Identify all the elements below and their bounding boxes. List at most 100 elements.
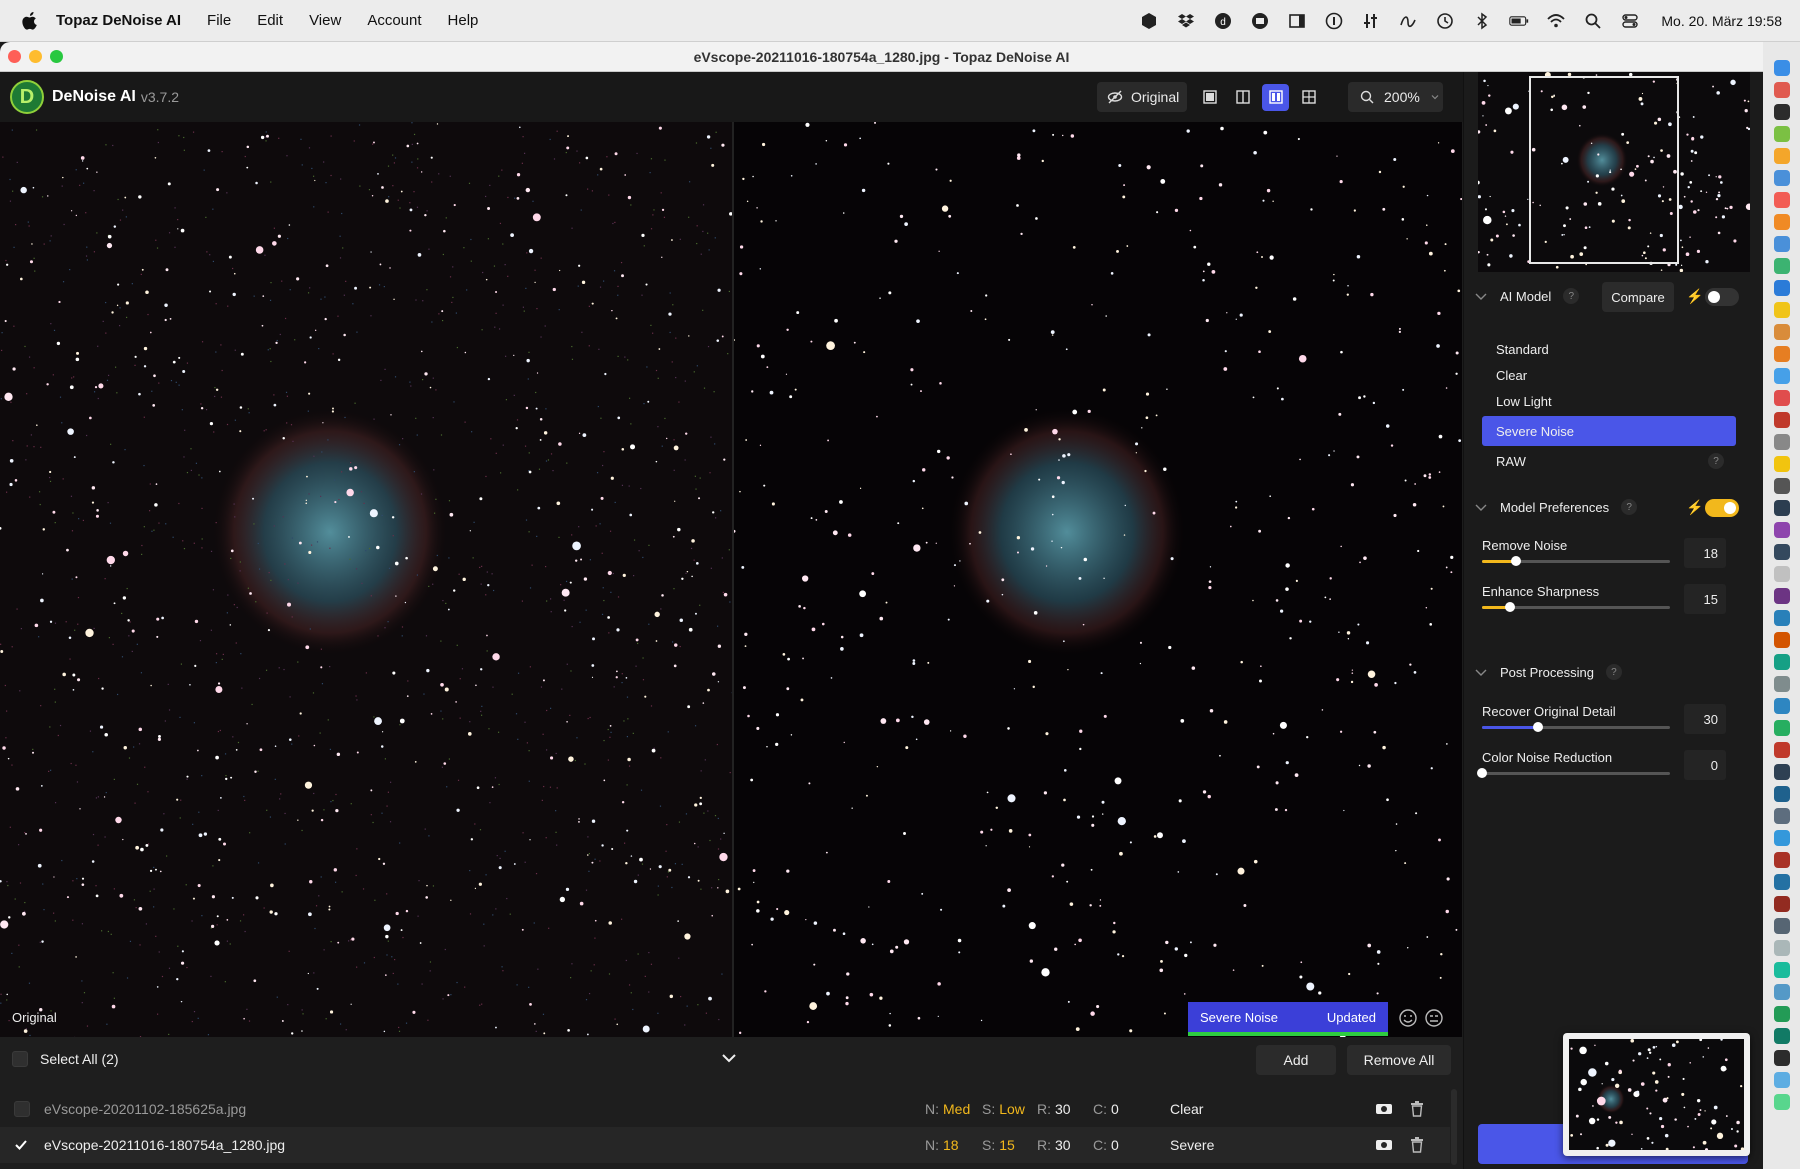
select-all-row[interactable]: Select All (2) <box>12 1051 119 1067</box>
select-all-checkbox[interactable] <box>12 1051 28 1067</box>
processed-image-panel[interactable] <box>734 122 1462 1037</box>
apple-logo-icon[interactable] <box>22 11 38 30</box>
shield-status-icon[interactable] <box>1139 12 1159 30</box>
password-manager-icon[interactable] <box>1324 12 1344 30</box>
help-icon[interactable]: ? <box>1708 453 1724 469</box>
dock-app-icon[interactable] <box>1773 698 1790 714</box>
spotlight-search-icon[interactable] <box>1583 12 1603 30</box>
help-icon[interactable]: ? <box>1605 664 1622 680</box>
zoom-dropdown[interactable]: 200% <box>1348 82 1443 112</box>
dock-app-icon[interactable] <box>1773 764 1790 780</box>
dock-app-icon[interactable] <box>1773 654 1790 670</box>
dock-app-icon[interactable] <box>1773 258 1790 274</box>
dock-app-icon[interactable] <box>1773 940 1790 956</box>
robot-icon[interactable] <box>1250 12 1270 30</box>
model-option-raw[interactable]: RAW ? <box>1482 446 1736 476</box>
model-option-severe-noise[interactable]: Severe Noise <box>1482 416 1736 446</box>
signature-icon[interactable] <box>1398 12 1418 30</box>
file-list-scrollbar[interactable] <box>1451 1089 1457 1165</box>
minimize-window-button[interactable] <box>29 50 42 63</box>
dock-app-icon[interactable] <box>1773 786 1790 802</box>
letter-d-icon[interactable]: d <box>1213 12 1233 30</box>
preview-eye-icon[interactable] <box>1375 1102 1393 1116</box>
dock-app-icon[interactable] <box>1773 676 1790 692</box>
navigator-viewport-box[interactable] <box>1529 76 1679 264</box>
neutral-face-icon[interactable] <box>1424 1008 1444 1028</box>
dock-app-icon[interactable] <box>1773 896 1790 912</box>
side-by-side-view-button[interactable] <box>1262 83 1289 111</box>
menubar-clock[interactable]: Mo. 20. März 19:58 <box>1661 13 1782 29</box>
dock-app-icon[interactable] <box>1773 544 1790 560</box>
dock-app-icon[interactable] <box>1773 192 1790 208</box>
single-view-button[interactable] <box>1196 84 1223 111</box>
dock-app-icon[interactable] <box>1773 874 1790 890</box>
dock-app-icon[interactable] <box>1773 390 1790 406</box>
dock-app-icon[interactable] <box>1773 1094 1790 1110</box>
dock-app-icon[interactable] <box>1773 1028 1790 1044</box>
color-noise-value[interactable]: 0 <box>1684 750 1726 780</box>
dock-app-icon[interactable] <box>1773 346 1790 362</box>
dock-app-icon[interactable] <box>1773 412 1790 428</box>
dock-app-icon[interactable] <box>1773 236 1790 252</box>
equalizer-icon[interactable] <box>1361 12 1381 30</box>
dock-app-icon[interactable] <box>1773 478 1790 494</box>
menu-app-name[interactable]: Topaz DeNoise AI <box>56 12 181 29</box>
dock-app-icon[interactable] <box>1773 82 1790 98</box>
menu-file[interactable]: File <box>207 12 231 29</box>
remove-all-button[interactable]: Remove All <box>1347 1045 1451 1075</box>
compare-toggle[interactable] <box>1705 288 1739 306</box>
recover-detail-value[interactable]: 30 <box>1684 704 1726 734</box>
color-noise-track[interactable] <box>1477 768 1670 778</box>
dock-app-icon[interactable] <box>1773 434 1790 450</box>
model-option-low-light[interactable]: Low Light <box>1482 386 1736 416</box>
dock-app-icon[interactable] <box>1773 324 1790 340</box>
grid-view-button[interactable] <box>1295 84 1322 111</box>
dock-app-icon[interactable] <box>1773 148 1790 164</box>
dock-app-icon[interactable] <box>1773 1006 1790 1022</box>
menu-help[interactable]: Help <box>448 12 479 29</box>
slider-thumb[interactable] <box>1533 722 1544 732</box>
add-image-button[interactable]: Add <box>1256 1045 1336 1075</box>
navigator-thumbnail[interactable] <box>1478 72 1750 272</box>
dock-app-icon[interactable] <box>1773 610 1790 626</box>
preview-eye-icon[interactable] <box>1375 1138 1393 1152</box>
sidebar-toggle-icon[interactable] <box>1287 12 1307 30</box>
post-processing-header[interactable]: Post Processing ? <box>1474 664 1622 680</box>
dock-app-icon[interactable] <box>1773 808 1790 824</box>
time-machine-icon[interactable] <box>1435 12 1455 30</box>
enhance-sharpness-value[interactable]: 15 <box>1684 584 1726 614</box>
help-icon[interactable]: ? <box>1621 499 1638 515</box>
model-preferences-toggle[interactable] <box>1705 499 1739 517</box>
dock-app-icon[interactable] <box>1773 720 1790 736</box>
file-checkbox[interactable] <box>14 1101 30 1117</box>
dock-app-icon[interactable] <box>1773 280 1790 296</box>
dock-app-icon[interactable] <box>1773 962 1790 978</box>
battery-icon[interactable] <box>1509 12 1529 30</box>
file-row[interactable]: eVscope-20211016-180754a_1280.jpg N: 18 S… <box>0 1127 1450 1163</box>
compare-button[interactable]: Compare <box>1602 282 1674 312</box>
menu-view[interactable]: View <box>309 12 341 29</box>
trash-icon[interactable] <box>1410 1137 1424 1153</box>
dock-app-icon[interactable] <box>1773 588 1790 604</box>
original-image-panel[interactable] <box>0 122 732 1037</box>
wifi-icon[interactable] <box>1546 12 1566 30</box>
remove-noise-value[interactable]: 18 <box>1684 538 1726 568</box>
control-center-icon[interactable] <box>1620 12 1640 30</box>
smiley-icon[interactable] <box>1398 1008 1418 1028</box>
dock-app-icon[interactable] <box>1773 742 1790 758</box>
model-status-bar[interactable]: Severe Noise Updated <box>1188 1002 1388 1036</box>
dock-app-icon[interactable] <box>1773 60 1790 76</box>
bluetooth-icon[interactable] <box>1472 12 1492 30</box>
dock-app-icon[interactable] <box>1773 368 1790 384</box>
dock-app-icon[interactable] <box>1773 126 1790 142</box>
enhance-sharpness-track[interactable] <box>1482 602 1670 612</box>
dock-app-icon[interactable] <box>1773 852 1790 868</box>
dock-app-icon[interactable] <box>1773 566 1790 582</box>
slider-thumb[interactable] <box>1510 556 1521 566</box>
show-original-button[interactable]: Original <box>1097 82 1187 112</box>
menu-account[interactable]: Account <box>367 12 421 29</box>
slider-thumb[interactable] <box>1505 602 1516 612</box>
dock-app-icon[interactable] <box>1773 104 1790 120</box>
recover-detail-track[interactable] <box>1482 722 1670 732</box>
file-row[interactable]: eVscope-20201102-185625a.jpg N: Med S: Low… <box>0 1091 1450 1127</box>
